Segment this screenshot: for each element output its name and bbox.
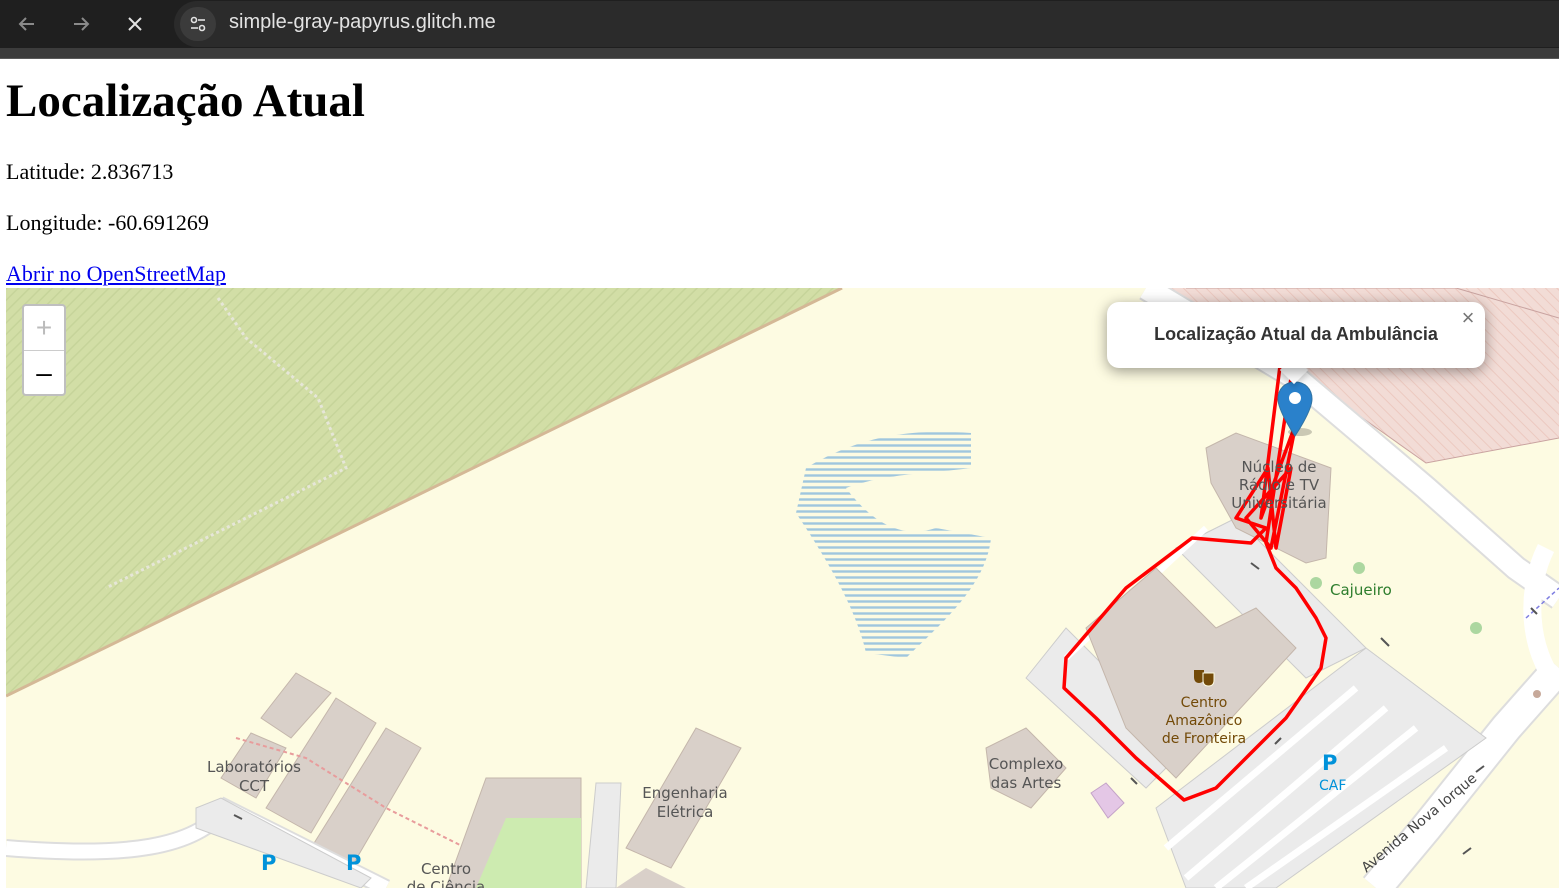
arrow-right-icon	[74, 17, 90, 31]
url-text[interactable]: simple-gray-papyrus.glitch.me	[229, 11, 496, 34]
zoom-in-button[interactable]: +	[24, 306, 64, 351]
popup-text: Localização Atual da Ambulância	[1154, 324, 1438, 344]
page-title: Localização Atual	[6, 75, 365, 127]
label-caf: CAF	[1319, 778, 1347, 794]
label-centro-2: Amazônico	[1165, 713, 1243, 729]
latitude-text: Latitude: 2.836713	[6, 159, 174, 184]
forward-button[interactable]	[66, 9, 96, 39]
parking-icon: P	[261, 851, 277, 875]
water-pond	[796, 431, 991, 658]
site-info-button[interactable]	[180, 7, 216, 41]
label-centro-1: Centro	[1180, 695, 1228, 711]
back-button[interactable]	[12, 9, 42, 39]
label-lab-1: Laboratórios	[207, 758, 301, 776]
label-centro-ciencia-2: de Ciência	[406, 878, 486, 888]
map-tiles	[6, 288, 1559, 888]
close-icon	[128, 17, 142, 31]
zoom-out-button[interactable]: –	[24, 351, 64, 395]
popup-close-button[interactable]: ×	[1458, 307, 1478, 329]
longitude-text: Longitude: -60.691269	[6, 210, 209, 235]
label-eng-2: Elétrica	[656, 803, 714, 821]
zoom-control: + –	[22, 304, 66, 396]
theatre-icon	[1194, 670, 1215, 687]
map-marker-icon[interactable]	[1276, 380, 1314, 438]
label-eng-1: Engenharia	[642, 784, 728, 802]
map-container[interactable]: Núcleo de Rádio e TV Universitária Cajue…	[6, 288, 1559, 888]
label-centro-3: de Fronteira	[1161, 731, 1247, 747]
label-centro-ciencia-1: Centro	[420, 860, 472, 878]
label-nucleo: Núcleo de Rádio e TV Universitária	[1231, 458, 1327, 512]
arrow-left-icon	[18, 17, 34, 31]
marker-popup: Localização Atual da Ambulância ×	[1107, 302, 1485, 368]
browser-divider	[0, 58, 1559, 59]
tune-icon	[190, 16, 206, 32]
parking-icon: P	[1322, 751, 1338, 775]
label-complexo-1: Complexo	[988, 755, 1064, 773]
label-complexo-2: das Artes	[990, 774, 1062, 792]
label-lab-2: CCT	[238, 777, 270, 795]
label-cajueiro: Cajueiro	[1330, 581, 1392, 599]
stop-loading-button[interactable]	[120, 9, 150, 39]
bicycle-parking-icon: P	[346, 851, 362, 875]
openstreetmap-link[interactable]: Abrir no OpenStreetMap	[6, 260, 226, 288]
